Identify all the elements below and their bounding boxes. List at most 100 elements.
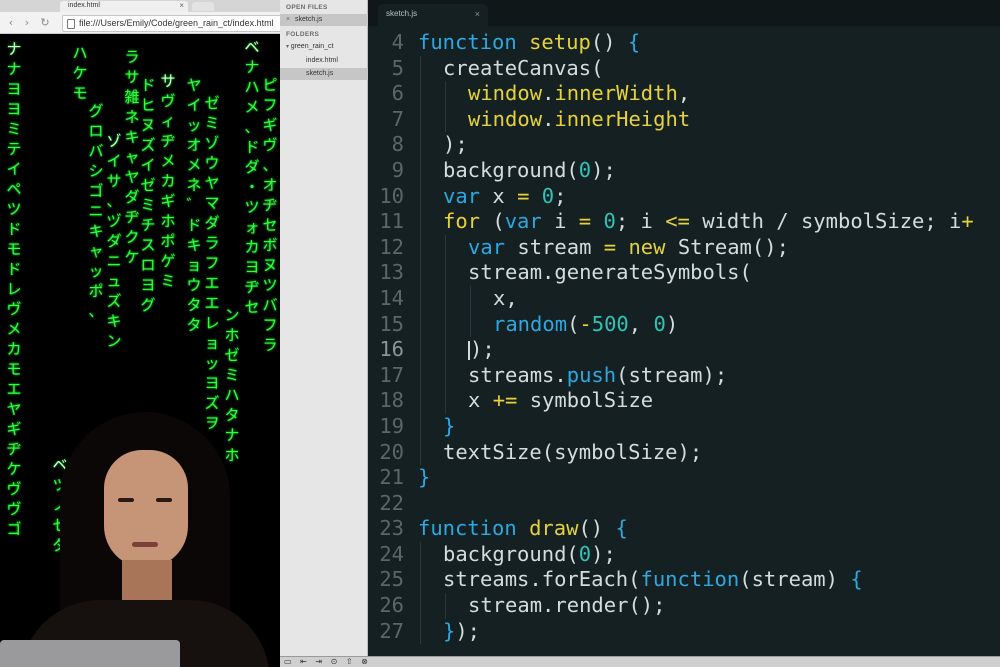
rain-symbol: メ bbox=[160, 152, 176, 170]
code-token: = bbox=[603, 234, 617, 259]
forward-arrow-icon[interactable]: › bbox=[20, 15, 34, 31]
indent-guide bbox=[420, 311, 421, 338]
code-token: ); bbox=[591, 157, 616, 182]
browser-tab[interactable]: index.html × bbox=[60, 1, 188, 12]
rain-stream: ピフギヴ、オヂセボヌツバフラ bbox=[262, 75, 278, 355]
line-number: 17 bbox=[379, 362, 404, 387]
rain-symbol: ィ bbox=[160, 112, 176, 130]
editor-tab[interactable]: sketch.js × bbox=[378, 4, 488, 26]
indent-guide bbox=[445, 81, 446, 107]
rain-symbol: ャ bbox=[124, 148, 140, 166]
rain-symbol: ネ bbox=[124, 108, 140, 126]
code-token: function bbox=[640, 567, 740, 592]
rain-symbol: レ bbox=[204, 314, 220, 332]
rain-symbol: ド bbox=[186, 216, 202, 234]
status-bar-icons[interactable]: ▭ ⇤ ⇥ ⊙ ⇧ ⊗ bbox=[284, 657, 371, 667]
folder-item[interactable]: ▾ green_rain_ct bbox=[286, 41, 334, 53]
code-text: function setup() { bbox=[418, 30, 640, 56]
code-line[interactable]: 25 streams.forEach(function(stream) { bbox=[368, 567, 1000, 594]
rain-symbol: 、 bbox=[244, 118, 260, 136]
rain-symbol: キ bbox=[186, 236, 202, 254]
editor-tab-label: sketch.js bbox=[386, 9, 418, 18]
code-text: streams.push(stream); bbox=[468, 363, 727, 389]
rain-symbol: ス bbox=[140, 236, 156, 254]
code-line[interactable]: 8); bbox=[368, 132, 1000, 158]
rain-symbol: ヅ bbox=[106, 212, 122, 230]
rain-symbol: グ bbox=[88, 102, 104, 120]
new-tab-button[interactable] bbox=[192, 2, 214, 11]
rain-symbol: ペ bbox=[6, 180, 22, 198]
rain-symbol: レ bbox=[6, 280, 22, 298]
line-number: 9 bbox=[391, 157, 404, 182]
code-line[interactable]: 12 var stream = new Stream(); bbox=[368, 234, 1000, 261]
open-file-item[interactable]: × sketch.js bbox=[280, 14, 368, 26]
code-token: window bbox=[468, 106, 543, 131]
code-line[interactable]: 14 x, bbox=[368, 285, 1000, 312]
code-line[interactable]: 20 textSize(symbolSize); bbox=[368, 439, 1000, 466]
code-line[interactable]: 21} bbox=[368, 465, 1000, 491]
rain-symbol: シ bbox=[88, 162, 104, 180]
code-token: stream bbox=[505, 234, 604, 259]
reload-icon[interactable]: ↻ bbox=[38, 15, 52, 31]
rain-symbol: ギ bbox=[262, 116, 278, 134]
rain-symbol: ュ bbox=[106, 272, 122, 290]
code-line[interactable]: 10 var x = 0; bbox=[368, 183, 1000, 210]
code-token: ) bbox=[665, 311, 679, 336]
code-line[interactable]: 4 function setup() { bbox=[368, 30, 1000, 56]
rain-symbol: ゾ bbox=[106, 132, 122, 150]
rain-symbol: サ bbox=[160, 72, 176, 90]
code-token: window bbox=[468, 81, 543, 106]
close-tab-icon[interactable]: × bbox=[475, 4, 480, 24]
code-text: window.innerWidth, bbox=[468, 81, 690, 107]
code-line[interactable]: 26 stream.render(); bbox=[368, 593, 1000, 619]
code-token: ); bbox=[470, 337, 495, 362]
code-token: streams.forEach( bbox=[443, 567, 641, 592]
code-line[interactable]: 19} bbox=[368, 413, 1000, 440]
code-line[interactable]: 5 createCanvas( bbox=[368, 55, 1000, 82]
code-token: () bbox=[578, 516, 616, 541]
code-line[interactable]: 22 bbox=[368, 491, 1000, 517]
code-token: ( bbox=[567, 311, 580, 336]
code-token: random bbox=[493, 311, 568, 336]
code-line[interactable]: 24 background(0); bbox=[368, 541, 1000, 568]
rain-symbol: モ bbox=[72, 84, 88, 102]
address-bar[interactable]: file:///Users/Emily/Code/green_rain_ct/i… bbox=[62, 15, 280, 32]
rain-symbol: サ bbox=[106, 172, 122, 190]
presenter-eye bbox=[156, 498, 172, 502]
rain-symbol: イ bbox=[186, 96, 202, 114]
code-line[interactable]: 23 function draw() { bbox=[368, 516, 1000, 542]
code-token: . bbox=[542, 106, 555, 131]
code-line[interactable]: 27}); bbox=[368, 618, 1000, 645]
code-line[interactable]: 15 random(-500, 0) bbox=[368, 311, 1000, 338]
rain-symbol: ナ bbox=[244, 58, 260, 76]
rain-symbol: グ bbox=[140, 296, 156, 314]
status-bar: ▭ ⇤ ⇥ ⊙ ⇧ ⊗ bbox=[280, 656, 1000, 667]
code-token: push bbox=[566, 362, 617, 387]
close-tab-icon[interactable]: × bbox=[179, 1, 184, 10]
close-file-icon[interactable]: × bbox=[286, 14, 295, 26]
rain-symbol: ォ bbox=[244, 218, 260, 236]
indent-guide bbox=[420, 157, 421, 184]
indent-guide bbox=[445, 106, 446, 133]
rain-symbol: ヨ bbox=[244, 258, 260, 276]
rain-stream: ハケモ bbox=[72, 43, 88, 103]
rain-symbol: カ bbox=[6, 340, 22, 358]
code-editor[interactable]: sketch.js × 4 function setup() {5 createCa… bbox=[368, 0, 1000, 667]
code-line[interactable]: 17 streams.push(stream); bbox=[368, 362, 1000, 389]
rain-symbol: バ bbox=[88, 142, 104, 160]
code-line[interactable]: 7 window.innerHeight bbox=[368, 106, 1000, 133]
code-line[interactable]: 11 for (var i = 0; i <= width / symbolSiz… bbox=[368, 209, 1000, 235]
code-text: } bbox=[443, 414, 455, 440]
rain-symbol: ウ bbox=[204, 154, 220, 172]
back-arrow-icon[interactable]: ‹ bbox=[4, 15, 18, 31]
code-line[interactable]: 16); bbox=[368, 337, 1000, 363]
code-line[interactable]: 13 stream.generateSymbols( bbox=[368, 260, 1000, 286]
file-item-sketch[interactable]: sketch.js bbox=[280, 68, 368, 80]
code-line[interactable]: 18 x += symbolSize bbox=[368, 388, 1000, 414]
file-item-index[interactable]: index.html bbox=[306, 55, 338, 67]
code-line[interactable]: 9 background(0); bbox=[368, 157, 1000, 184]
rain-symbol: ハ bbox=[244, 78, 260, 96]
code-token: background( bbox=[443, 157, 579, 182]
code-area[interactable]: 4 function setup() {5 createCanvas(6 window… bbox=[368, 30, 1000, 645]
code-line[interactable]: 6 window.innerWidth, bbox=[368, 81, 1000, 107]
